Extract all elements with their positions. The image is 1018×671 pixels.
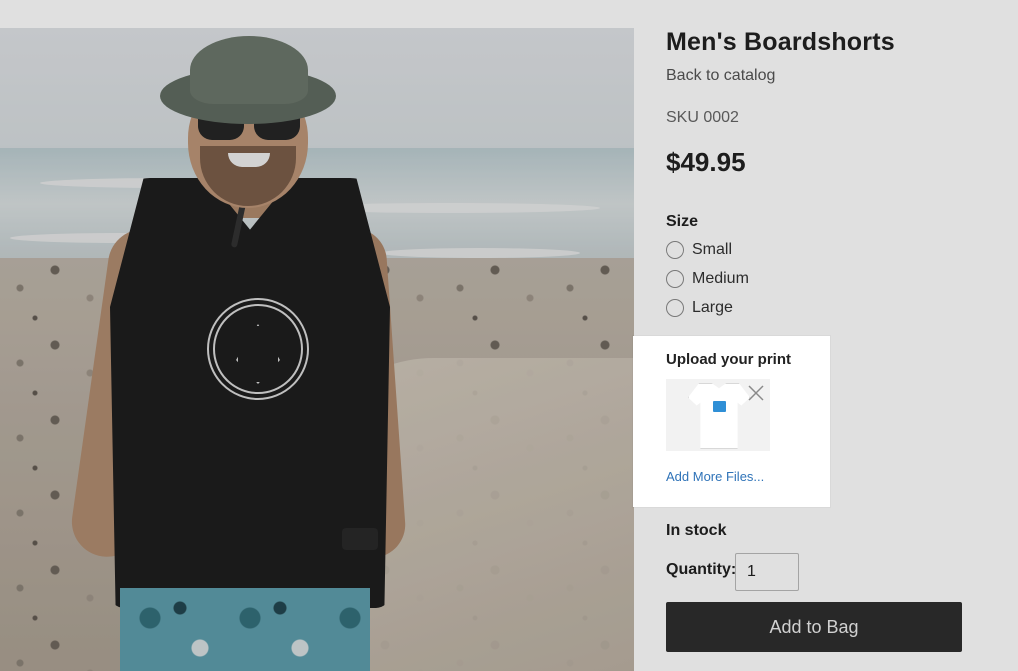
size-option-medium[interactable]: Medium [666,270,749,288]
back-to-catalog-link[interactable]: Back to catalog [666,67,775,85]
close-icon[interactable] [747,384,765,402]
tshirt-icon [688,383,750,449]
product-image [0,28,634,671]
size-label: Size [666,213,699,230]
size-option-label: Medium [692,270,749,287]
cart-icon [713,401,726,412]
size-option-label: Small [692,241,733,258]
add-more-files-link[interactable]: Add More Files... [666,469,764,484]
product-sku: SKU 0002 [666,109,739,126]
quantity-label: Quantity: [666,561,737,578]
size-option-label: Large [692,299,733,316]
radio-small[interactable] [666,241,684,259]
product-price: $49.95 [666,147,746,177]
upload-title: Upload your print [666,351,791,368]
add-to-bag-button[interactable]: Add to Bag [666,602,962,652]
size-option-small[interactable]: Small [666,241,732,259]
radio-large[interactable] [666,299,684,317]
quantity-input[interactable] [735,553,799,591]
size-option-large[interactable]: Large [666,299,733,317]
radio-medium[interactable] [666,270,684,288]
stock-status: In stock [666,522,727,539]
upload-print-panel: Upload your print Add More Files... [633,336,830,507]
product-title: Men's Boardshorts [666,28,895,56]
